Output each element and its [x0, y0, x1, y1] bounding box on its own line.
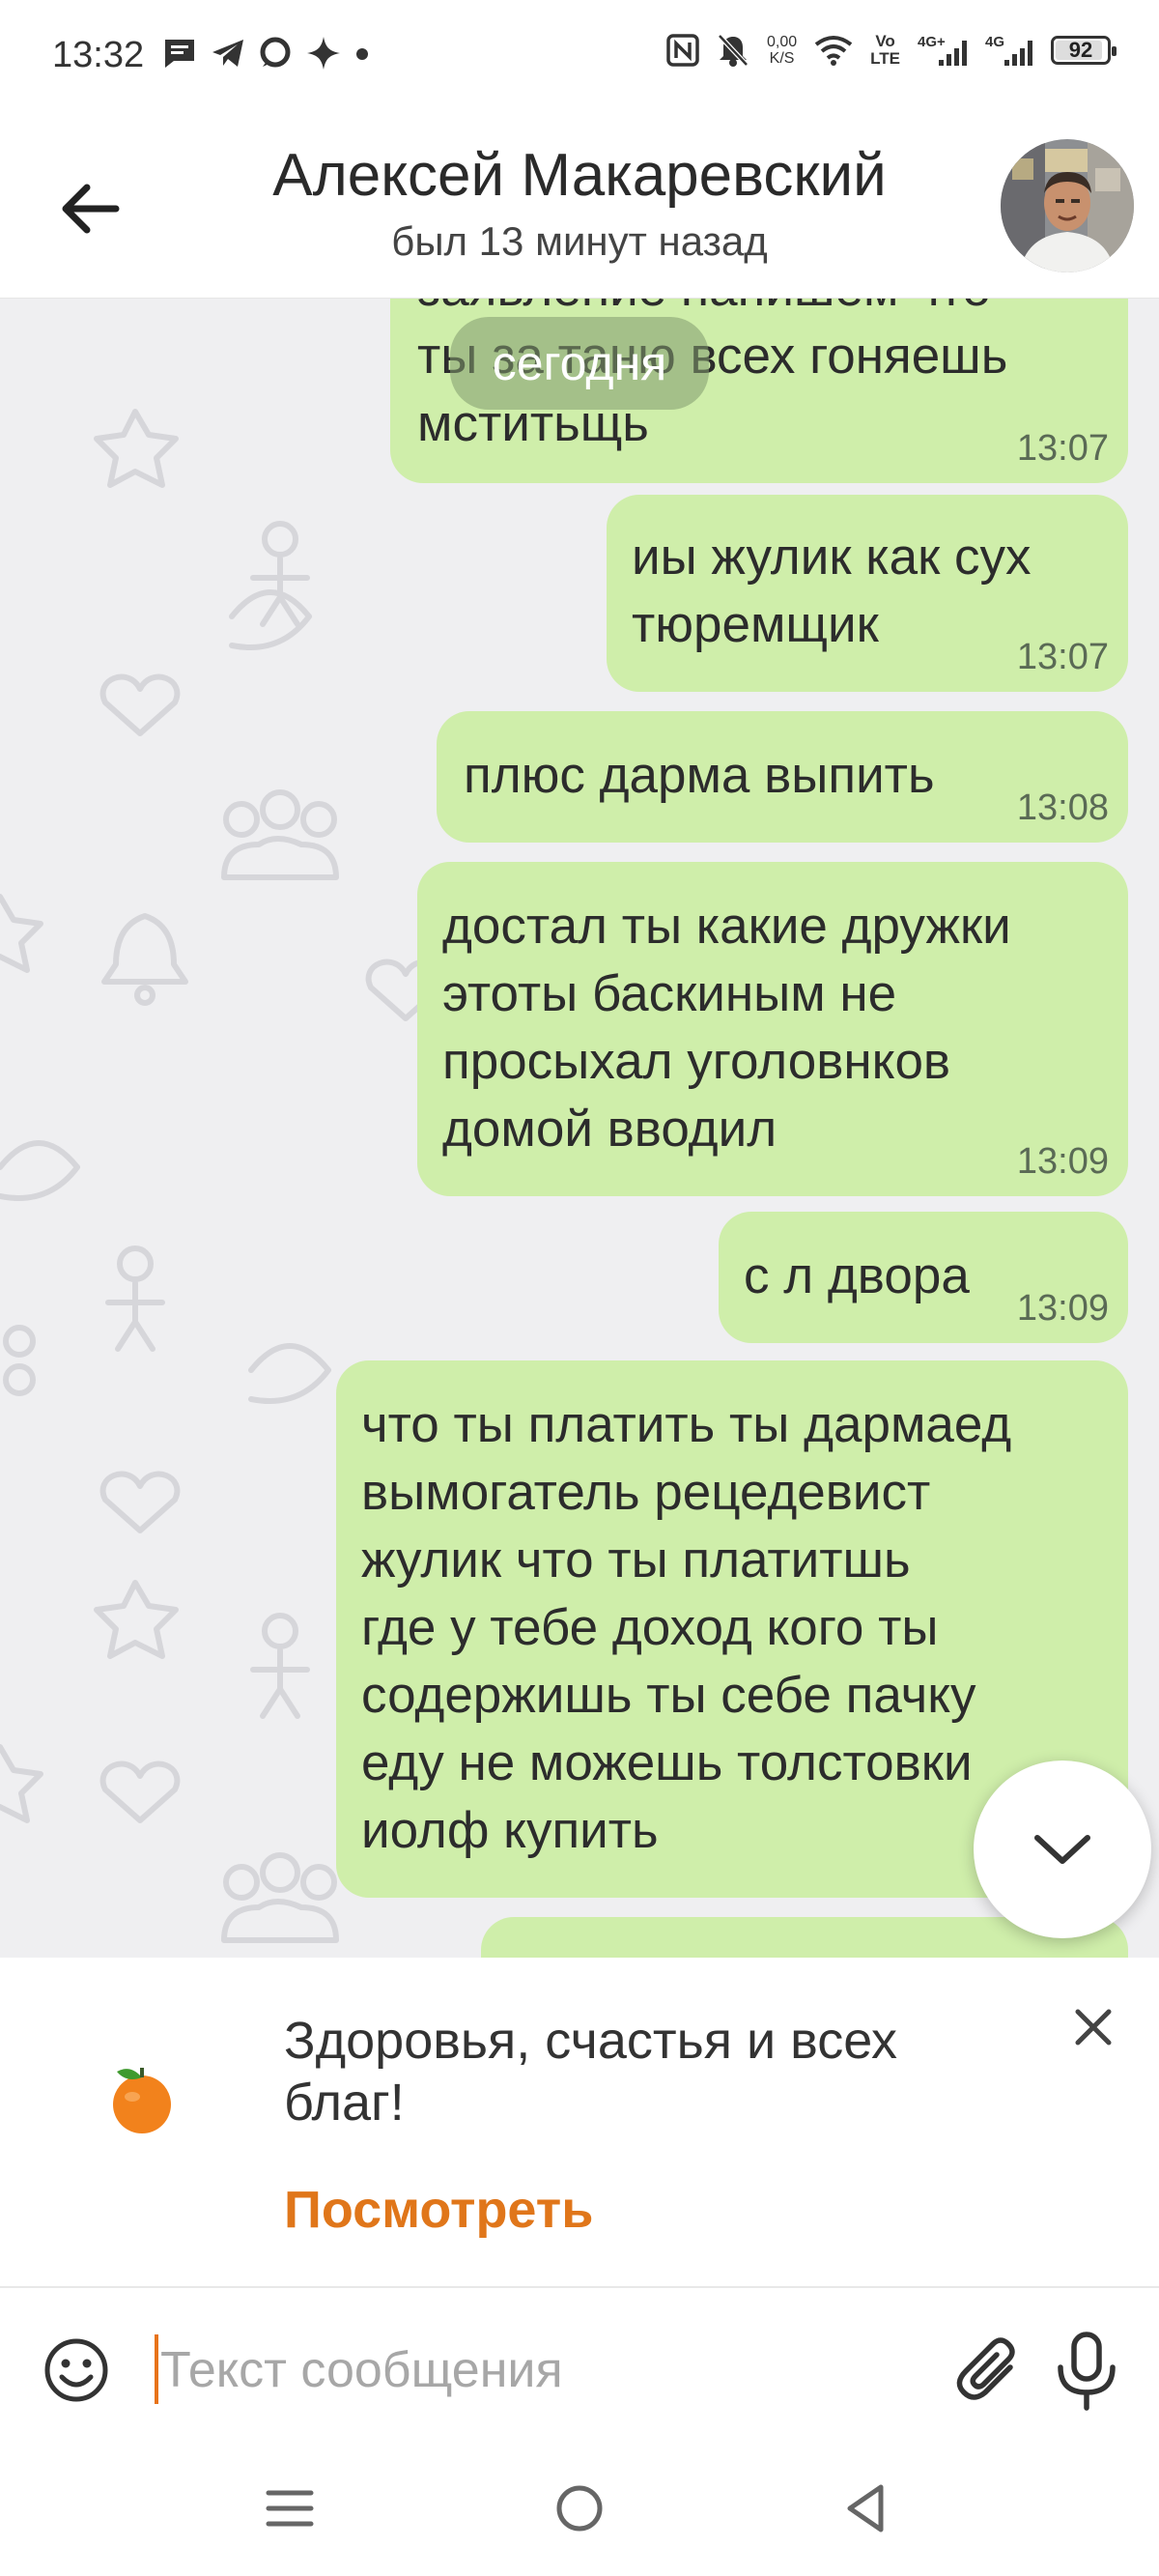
promo-banner: Здоровья, счастья и всех благ! Посмотрет…	[0, 1958, 1159, 2288]
menu-icon	[266, 2490, 314, 2527]
message-input-bar	[0, 2288, 1159, 2443]
wifi-icon	[814, 36, 853, 66]
message-text: с л двора	[744, 1247, 970, 1304]
notification-icons	[162, 35, 369, 72]
nfc-icon	[666, 34, 699, 67]
message-text: достал ты какие дружки этоты баскиным не…	[442, 898, 1011, 1158]
more-dot-icon	[356, 48, 368, 60]
message-time: 13:08	[1016, 787, 1109, 828]
smile-icon	[44, 2338, 108, 2402]
chat-app-icon	[260, 37, 291, 68]
telegram-icon	[212, 40, 243, 67]
message-time: 13:07	[1016, 637, 1109, 677]
date-separator: сегодня	[450, 317, 709, 410]
microphone-button[interactable]	[1053, 2331, 1120, 2412]
contact-status: был 13 минут назад	[391, 218, 768, 264]
scroll-to-bottom-button[interactable]	[974, 1760, 1151, 1938]
status-time: 13:32	[52, 35, 145, 75]
microphone-icon	[1058, 2332, 1116, 2411]
svg-text:4G: 4G	[985, 34, 1004, 50]
signal-4g-plus-icon: 4G+	[918, 34, 967, 66]
message-input[interactable]	[158, 2331, 896, 2410]
emoji-button[interactable]	[42, 2336, 110, 2404]
volte-top: Vo	[875, 32, 895, 50]
signal-4g-icon: 4G	[985, 34, 1032, 66]
network-speed: 0,00 K/S	[767, 34, 797, 67]
avatar-photo	[1001, 139, 1134, 272]
avatar[interactable]	[1001, 139, 1134, 272]
net-speed-unit: K/S	[769, 50, 795, 67]
chat-messages-area[interactable]: сегодня заявление напишем что ты за таню…	[0, 298, 1159, 1958]
battery-level: 92	[1068, 38, 1093, 62]
nav-back-button[interactable]	[838, 2481, 896, 2535]
chat-header: Алексей Макаревский был 13 минут назад	[0, 116, 1159, 299]
attach-button[interactable]	[954, 2334, 1024, 2406]
promo-close-button[interactable]	[1066, 2000, 1120, 2054]
paperclip-icon	[956, 2337, 1015, 2400]
contact-name[interactable]: Алексей Макаревский	[0, 141, 1159, 210]
message-time: 13:07	[1016, 428, 1109, 469]
mute-bell-icon	[718, 34, 749, 67]
message-text: что ты платить ты дармаед вымогатель рец…	[361, 1396, 1012, 1859]
back-triangle-icon	[847, 2484, 884, 2533]
message-bubble[interactable]: плюс дарма выпить 13:08	[437, 711, 1128, 843]
promo-view-link[interactable]: Посмотреть	[284, 2180, 593, 2240]
sparkle-icon	[307, 37, 340, 70]
nav-home-button[interactable]	[551, 2481, 608, 2535]
nav-menu-button[interactable]	[261, 2481, 319, 2535]
status-bar: 13:32 0,00 K/S Vo LTE 4G+ 4G 92	[0, 0, 1159, 116]
svg-text:4G+: 4G+	[918, 34, 946, 50]
message-text: плюс дарма выпить	[464, 747, 935, 804]
message-bubble[interactable]: иы жулик как сух тюремщик 13:07	[607, 495, 1128, 692]
battery-indicator: 92	[1051, 36, 1117, 65]
close-icon	[1075, 2009, 1112, 2046]
promo-text: Здоровья, счастья и всех благ!	[284, 2012, 898, 2132]
message-notification-icon	[165, 40, 194, 68]
message-time: 13:09	[1016, 1288, 1109, 1329]
chevron-down-icon	[1034, 1835, 1090, 1864]
net-speed-value: 0,00	[767, 34, 798, 50]
message-bubble[interactable]: с л двора 13:09	[719, 1212, 1128, 1343]
tangerine-icon	[113, 2068, 171, 2133]
status-right: 0,00 K/S Vo LTE 4G+ 4G 92	[666, 33, 1117, 68]
message-text: иы жулик как сух тюремщик	[632, 529, 1032, 653]
home-circle-icon	[556, 2485, 603, 2532]
volte-indicator: Vo LTE	[870, 33, 900, 68]
volte-bottom: LTE	[870, 49, 900, 68]
message-time: 13:09	[1016, 1141, 1109, 1182]
message-bubble[interactable]: достал ты какие дружки этоты баскиным не…	[417, 862, 1128, 1196]
system-navigation-bar	[0, 2443, 1159, 2576]
